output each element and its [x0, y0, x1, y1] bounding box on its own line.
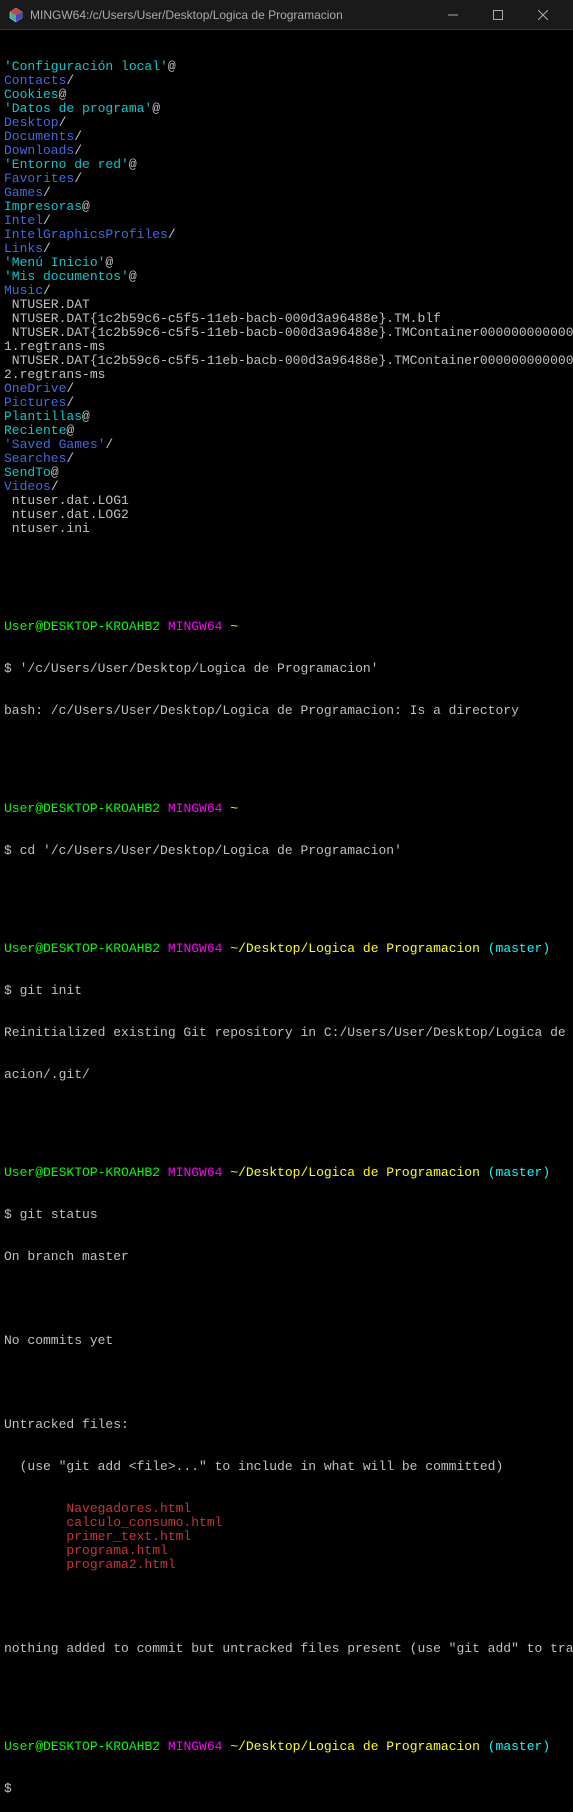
list-item: Reciente@ — [4, 424, 569, 438]
list-item: Searches/ — [4, 452, 569, 466]
list-item: Contacts/ — [4, 74, 569, 88]
list-item: Games/ — [4, 186, 569, 200]
untracked-file: Navegadores.html — [4, 1502, 569, 1516]
prompt-line: User@DESKTOP-KROAHB2 MINGW64 ~ — [4, 802, 569, 816]
maximize-button[interactable] — [475, 0, 520, 30]
prompt-line: User@DESKTOP-KROAHB2 MINGW64 ~/Desktop/L… — [4, 1740, 569, 1754]
status-line: (use "git add <file>..." to include in w… — [4, 1460, 569, 1474]
list-item: Downloads/ — [4, 144, 569, 158]
command-line: $ git init — [4, 984, 569, 998]
list-item: Desktop/ — [4, 116, 569, 130]
window-title: MINGW64:/c/Users/User/Desktop/Logica de … — [30, 8, 430, 22]
list-item: 'Entorno de red'@ — [4, 158, 569, 172]
minimize-icon — [448, 10, 458, 20]
untracked-file: programa2.html — [4, 1558, 569, 1572]
untracked-file: calculo_consumo.html — [4, 1516, 569, 1530]
command-line: $ cd '/c/Users/User/Desktop/Logica de Pr… — [4, 844, 569, 858]
list-item: Music/ — [4, 284, 569, 298]
list-item: Videos/ — [4, 480, 569, 494]
output-line: acion/.git/ — [4, 1068, 569, 1082]
blank-line — [4, 1376, 569, 1390]
status-line: No commits yet — [4, 1334, 569, 1348]
list-item: ntuser.dat.LOG2 — [4, 508, 569, 522]
output-line: Reinitialized existing Git repository in… — [4, 1026, 569, 1040]
prompt-line: User@DESKTOP-KROAHB2 MINGW64 ~/Desktop/L… — [4, 942, 569, 956]
list-item: NTUSER.DAT — [4, 298, 569, 312]
list-item: Cookies@ — [4, 88, 569, 102]
blank-line — [4, 1684, 569, 1698]
untracked-files: Navegadores.html calculo_consumo.html pr… — [4, 1502, 569, 1572]
status-line: Untracked files: — [4, 1418, 569, 1432]
list-item: Impresoras@ — [4, 200, 569, 214]
command-line: $ git status — [4, 1208, 569, 1222]
list-item: 'Datos de programa'@ — [4, 102, 569, 116]
list-item: Favorites/ — [4, 172, 569, 186]
prompt-line: User@DESKTOP-KROAHB2 MINGW64 ~ — [4, 620, 569, 634]
command-line: $ — [4, 1782, 569, 1796]
list-item: ntuser.ini — [4, 522, 569, 536]
titlebar: MINGW64:/c/Users/User/Desktop/Logica de … — [0, 0, 573, 30]
list-item: Links/ — [4, 242, 569, 256]
list-item: Pictures/ — [4, 396, 569, 410]
minimize-button[interactable] — [430, 0, 475, 30]
maximize-icon — [493, 10, 503, 20]
list-item: 'Saved Games'/ — [4, 438, 569, 452]
window-controls — [430, 0, 565, 30]
untracked-file: primer_text.html — [4, 1530, 569, 1544]
blank-line — [4, 746, 569, 760]
output-line: bash: /c/Users/User/Desktop/Logica de Pr… — [4, 704, 569, 718]
list-item: ntuser.dat.LOG1 — [4, 494, 569, 508]
prompt-line: User@DESKTOP-KROAHB2 MINGW64 ~/Desktop/L… — [4, 1166, 569, 1180]
list-item: 'Mis documentos'@ — [4, 270, 569, 284]
list-item: NTUSER.DAT{1c2b59c6-c5f5-11eb-bacb-000d3… — [4, 312, 569, 326]
list-item: 'Configuración local'@ — [4, 60, 569, 74]
list-item: NTUSER.DAT{1c2b59c6-c5f5-11eb-bacb-000d3… — [4, 326, 569, 340]
untracked-file: programa.html — [4, 1544, 569, 1558]
list-item: Plantillas@ — [4, 410, 569, 424]
blank-line — [4, 1110, 569, 1124]
list-item: 'Menú Inicio'@ — [4, 256, 569, 270]
app-icon — [8, 7, 24, 23]
close-button[interactable] — [520, 0, 565, 30]
list-item: NTUSER.DAT{1c2b59c6-c5f5-11eb-bacb-000d3… — [4, 354, 569, 368]
directory-listing: 'Configuración local'@Contacts/Cookies@'… — [4, 60, 569, 536]
status-line: On branch master — [4, 1250, 569, 1264]
blank-line — [4, 886, 569, 900]
status-line: nothing added to commit but untracked fi… — [4, 1642, 569, 1656]
terminal-output[interactable]: 'Configuración local'@Contacts/Cookies@'… — [0, 30, 573, 1812]
list-item: OneDrive/ — [4, 382, 569, 396]
list-item: Documents/ — [4, 130, 569, 144]
list-item: IntelGraphicsProfiles/ — [4, 228, 569, 242]
blank-line — [4, 564, 569, 578]
blank-line — [4, 1292, 569, 1306]
blank-line — [4, 1600, 569, 1614]
list-item: 2.regtrans-ms — [4, 368, 569, 382]
close-icon — [538, 10, 548, 20]
list-item: SendTo@ — [4, 466, 569, 480]
command-line: $ '/c/Users/User/Desktop/Logica de Progr… — [4, 662, 569, 676]
list-item: Intel/ — [4, 214, 569, 228]
list-item: 1.regtrans-ms — [4, 340, 569, 354]
